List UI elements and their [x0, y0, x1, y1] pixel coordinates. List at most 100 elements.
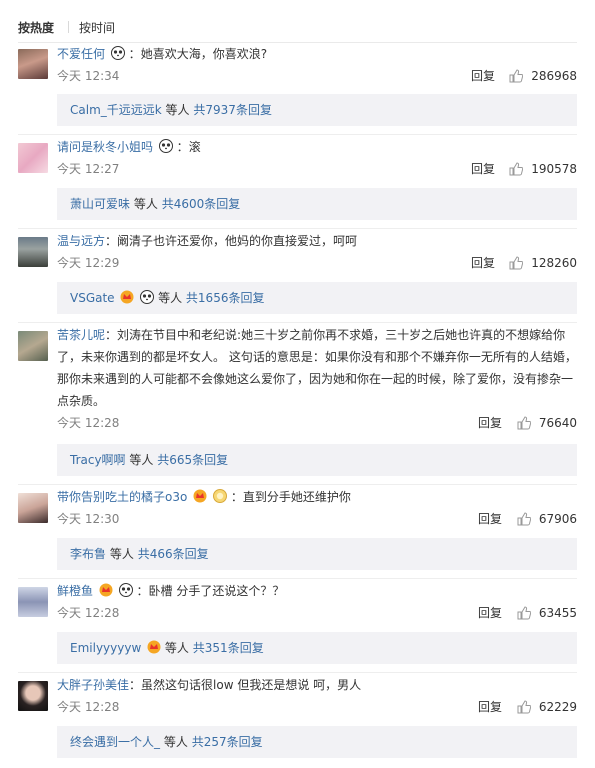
sort-tabs: 按热度 按时间	[18, 19, 115, 35]
comment-text: 卧槽 分手了还说这个？？	[148, 584, 285, 598]
comment-separator: ：	[230, 490, 243, 504]
like-button[interactable]: 190578	[509, 159, 577, 179]
panda-badge-icon	[118, 583, 133, 597]
thumbs-up-icon	[509, 162, 524, 176]
sub-reply-others: 等人	[164, 641, 189, 655]
comment-time: 今天 12:30	[57, 512, 120, 526]
vip-crown-badge-icon	[99, 583, 113, 597]
sub-reply-count[interactable]: 共466条回复	[138, 547, 209, 561]
thumbs-up-icon	[517, 416, 531, 430]
comment-separator: ：	[129, 678, 142, 692]
reply-button[interactable]: 回复	[478, 509, 502, 529]
comment-text: 她喜欢大海，你喜欢浪?	[140, 47, 268, 61]
comment-username[interactable]: 大胖子孙美佳	[57, 678, 129, 692]
like-button[interactable]: 128260	[509, 253, 577, 273]
like-count: 286968	[531, 69, 577, 83]
panda-badge-icon	[140, 290, 155, 304]
comment-text: 阚清子也许还爱你，他妈的你直接爱过，呵呵	[117, 234, 358, 248]
like-button[interactable]: 67906	[517, 509, 577, 529]
sub-replies-bar[interactable]: VSGate 等人 共1656条回复	[57, 282, 577, 314]
sub-reply-count[interactable]: 共1656条回复	[186, 291, 265, 305]
comment-time: 今天 12:34	[57, 69, 120, 83]
thumbs-up-icon	[517, 700, 531, 714]
comment-separator: ：	[136, 584, 149, 598]
sub-reply-user[interactable]: Calm_千远远远k	[70, 103, 162, 117]
sub-replies-bar[interactable]: 李布鲁 等人 共466条回复	[57, 538, 577, 570]
sub-reply-count[interactable]: 共351条回复	[193, 641, 264, 655]
sub-reply-others: 等人	[129, 453, 154, 467]
comment-username[interactable]: 请问是秋冬小姐吗	[57, 140, 153, 154]
sub-reply-count[interactable]: 共4600条回复	[162, 197, 241, 211]
tab-hot[interactable]: 按热度	[18, 19, 54, 36]
avatar[interactable]	[18, 681, 48, 711]
comment-text: 虽然这句话很low 但我还是想说 呵，男人	[141, 678, 362, 692]
sub-reply-count[interactable]: 共665条回复	[157, 453, 228, 467]
comment-text: 滚	[188, 140, 201, 154]
reply-button[interactable]: 回复	[471, 66, 495, 86]
sub-replies-bar[interactable]: Tracy啊啊 等人 共665条回复	[57, 444, 577, 476]
like-count: 63455	[538, 606, 577, 620]
panda-badge-icon	[158, 139, 173, 153]
avatar[interactable]	[18, 49, 48, 79]
comment-divider	[18, 578, 577, 579]
comment-time: 今天 12:28	[57, 700, 120, 714]
sub-reply-others: 等人	[158, 291, 183, 305]
thumbs-up-icon	[509, 256, 524, 270]
sub-reply-others: 等人	[109, 547, 134, 561]
comment-divider	[18, 134, 577, 135]
sub-replies-bar[interactable]: Emilyyyyyw 等人 共351条回复	[57, 632, 577, 664]
comment-divider	[18, 484, 577, 485]
vip-crown-badge-icon	[147, 640, 161, 654]
sub-reply-user[interactable]: 终会遇到一个人_	[70, 735, 160, 749]
sub-reply-others: 等人	[165, 103, 190, 117]
reply-button[interactable]: 回复	[478, 697, 502, 717]
comment-username[interactable]: 苦茶儿呢	[57, 328, 105, 342]
reply-button[interactable]: 回复	[478, 603, 502, 623]
reply-button[interactable]: 回复	[471, 159, 495, 179]
sub-replies-bar[interactable]: 终会遇到一个人_ 等人 共257条回复	[57, 726, 577, 758]
comment-divider	[18, 672, 577, 673]
comment-divider	[18, 228, 577, 229]
sub-reply-count[interactable]: 共7937条回复	[193, 103, 272, 117]
like-button[interactable]: 62229	[517, 697, 577, 717]
sub-replies-bar[interactable]: 萧山可爱味 等人 共4600条回复	[57, 188, 577, 220]
like-button[interactable]: 63455	[517, 603, 577, 623]
comment-username[interactable]: 带你告别吃土的橘子o3o	[57, 490, 187, 504]
tab-time[interactable]: 按时间	[79, 19, 115, 36]
avatar[interactable]	[18, 587, 48, 617]
like-button[interactable]: 286968	[509, 66, 577, 86]
sub-reply-user[interactable]: VSGate	[70, 291, 115, 305]
panda-badge-icon	[110, 46, 125, 60]
avatar[interactable]	[18, 143, 48, 173]
comment-time: 今天 12:28	[57, 606, 120, 620]
sub-reply-user[interactable]: 萧山可爱味	[70, 197, 130, 211]
comment-time: 今天 12:29	[57, 256, 120, 270]
avatar[interactable]	[18, 237, 48, 267]
thumbs-up-icon	[509, 69, 524, 83]
comment-time: 今天 12:28	[57, 416, 120, 430]
reply-button[interactable]: 回复	[478, 413, 502, 433]
like-count: 62229	[538, 700, 577, 714]
comment-text: 刘涛在节目中和老纪说:她三十岁之前你再不求婚，三十岁之后她也许真的不想嫁给你了，…	[57, 328, 577, 408]
like-count: 190578	[531, 162, 577, 176]
sub-reply-user[interactable]: Emilyyyyyw	[70, 641, 141, 655]
vip-crown-badge-icon	[120, 290, 134, 304]
avatar[interactable]	[18, 493, 48, 523]
comment-username[interactable]: 鲜橙鱼	[57, 584, 93, 598]
tab-separator	[68, 21, 70, 33]
comment-separator: ：	[128, 47, 141, 61]
sub-reply-user[interactable]: 李布鲁	[70, 547, 106, 561]
sub-replies-bar[interactable]: Calm_千远远远k 等人 共7937条回复	[57, 94, 577, 126]
sub-reply-others: 等人	[133, 197, 158, 211]
thumbs-up-icon	[517, 606, 531, 620]
sub-reply-user[interactable]: Tracy啊啊	[70, 453, 126, 467]
sub-reply-count[interactable]: 共257条回复	[192, 735, 263, 749]
comment-username[interactable]: 不爱任何	[57, 47, 105, 61]
comment-separator: ：	[176, 140, 189, 154]
like-button[interactable]: 76640	[517, 413, 577, 433]
like-count: 67906	[538, 512, 577, 526]
reply-button[interactable]: 回复	[471, 253, 495, 273]
comment-username[interactable]: 温与远方	[57, 234, 105, 248]
comment-time: 今天 12:27	[57, 162, 120, 176]
avatar[interactable]	[18, 331, 48, 361]
